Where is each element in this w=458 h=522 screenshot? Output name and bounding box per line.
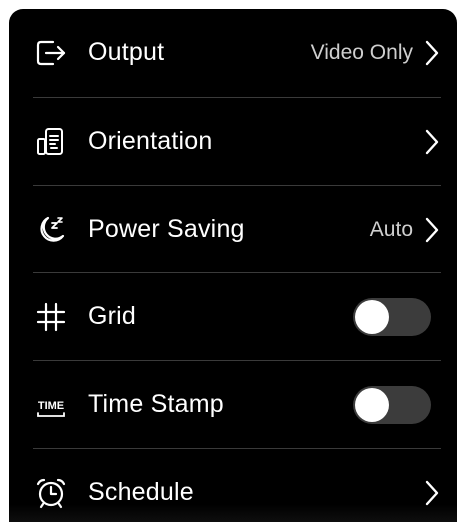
chevron-right-icon xyxy=(425,129,439,154)
chevron-right-icon xyxy=(425,217,439,242)
time-stamp-label: Time Stamp xyxy=(88,390,224,418)
settings-row-output[interactable]: Output Video Only xyxy=(9,9,457,96)
toggle-knob xyxy=(355,387,389,422)
schedule-label: Schedule xyxy=(88,478,194,506)
settings-row-orientation[interactable]: Orientation xyxy=(9,98,457,185)
chevron-right-icon xyxy=(425,480,439,505)
grid-label: Grid xyxy=(88,302,137,330)
toggle-knob xyxy=(355,299,389,334)
power-saving-label: Power Saving xyxy=(88,215,245,243)
settings-panel: Output Video Only Orientation Power Savi… xyxy=(9,9,457,522)
settings-row-grid: Grid xyxy=(9,273,457,360)
power-saving-value: Auto xyxy=(369,217,413,241)
settings-row-power-saving[interactable]: Power Saving Auto xyxy=(9,186,457,273)
svg-text:TIME: TIME xyxy=(38,400,64,412)
time-stamp-icon: TIME xyxy=(33,387,69,423)
time-stamp-toggle[interactable] xyxy=(353,385,431,424)
chevron-right-icon xyxy=(425,40,439,65)
grid-icon xyxy=(33,299,69,335)
output-icon xyxy=(33,35,69,71)
output-label: Output xyxy=(88,38,165,66)
output-value: Video Only xyxy=(310,40,413,64)
orientation-label: Orientation xyxy=(88,127,213,155)
power-saving-icon xyxy=(33,212,69,248)
orientation-icon xyxy=(33,124,69,160)
bottom-fade xyxy=(9,504,457,522)
settings-row-time-stamp: TIME Time Stamp xyxy=(9,361,457,448)
grid-toggle[interactable] xyxy=(353,297,431,336)
